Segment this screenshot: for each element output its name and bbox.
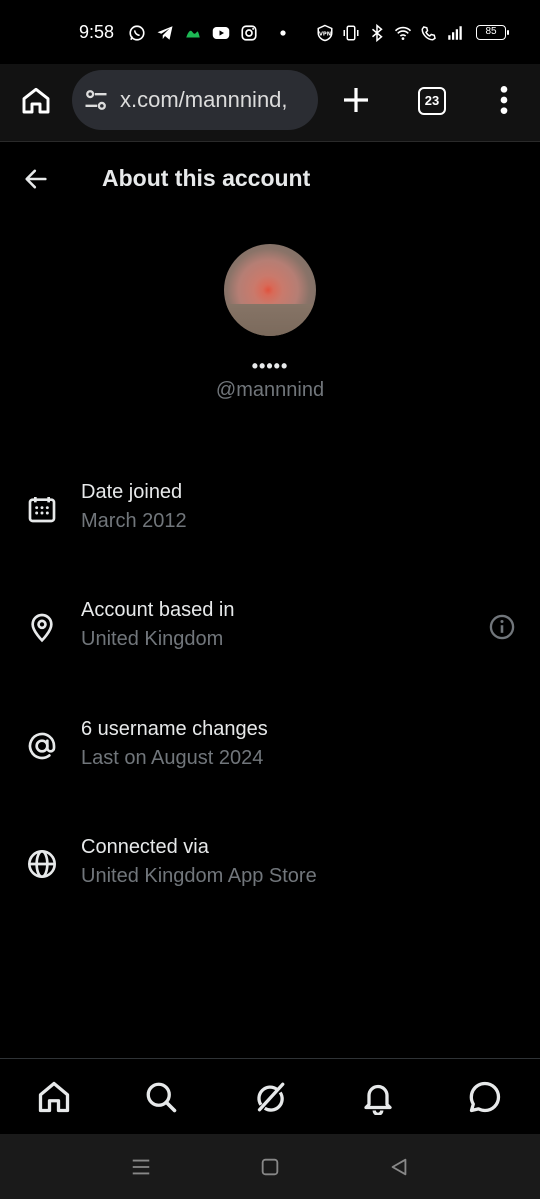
display-name: ••••• <box>251 356 289 376</box>
youtube-icon <box>212 27 230 39</box>
recents-icon[interactable] <box>130 1156 152 1178</box>
new-tab-icon[interactable] <box>340 84 372 116</box>
status-time: 9:58 <box>79 22 115 42</box>
wifi-icon <box>394 26 412 40</box>
status-bar: 9:58 VPN 85 <box>0 0 540 64</box>
detail-connected-via: Connected via United Kingdom App Store <box>0 836 540 916</box>
messages-icon[interactable] <box>467 1079 503 1115</box>
detail-value: United Kingdom <box>81 628 224 650</box>
vibrate-icon <box>343 25 359 41</box>
back-arrow-icon[interactable] <box>22 165 50 193</box>
search-icon[interactable] <box>143 1079 179 1115</box>
detail-value: United Kingdom App Store <box>81 865 317 887</box>
bottom-tab-bar <box>0 1058 540 1134</box>
dot-icon <box>280 30 286 36</box>
browser-toolbar: x.com/mannnind, 23 <box>0 64 540 142</box>
url-text[interactable]: x.com/mannnind, <box>120 87 288 113</box>
avatar[interactable] <box>224 244 316 336</box>
detail-title: Connected via <box>81 836 209 858</box>
telegram-icon <box>157 26 173 40</box>
system-icons: VPN <box>316 24 464 42</box>
detail-value: March 2012 <box>81 510 187 532</box>
calendar-icon <box>28 497 56 523</box>
whatsapp-icon <box>129 25 145 41</box>
detail-title: 6 username changes <box>81 718 268 740</box>
detail-username-changes: 6 username changes Last on August 2024 <box>0 718 540 798</box>
system-navigation-bar <box>0 1134 540 1199</box>
wifi-call-icon <box>421 26 436 41</box>
instagram-icon <box>241 25 257 41</box>
svg-text:VPN: VPN <box>319 31 331 37</box>
notification-icons <box>128 24 292 42</box>
site-settings-icon[interactable] <box>82 86 110 114</box>
tab-switcher-button[interactable]: 23 <box>418 87 446 115</box>
location-pin-icon <box>31 613 53 643</box>
at-sign-icon <box>28 732 56 760</box>
detail-title: Account based in <box>81 599 235 621</box>
system-home-icon[interactable] <box>259 1156 281 1178</box>
notifications-icon[interactable] <box>360 1079 396 1115</box>
grok-icon[interactable] <box>252 1079 288 1115</box>
detail-title: Date joined <box>81 481 183 503</box>
signal-icon <box>448 26 462 40</box>
system-back-icon[interactable] <box>388 1156 410 1178</box>
username-handle: @mannnind <box>215 379 325 401</box>
address-bar[interactable]: x.com/mannnind, <box>72 70 318 130</box>
bluetooth-icon <box>372 24 383 42</box>
browser-home-icon[interactable] <box>20 84 52 116</box>
page-title: About this account <box>102 165 311 191</box>
home-icon[interactable] <box>36 1079 72 1115</box>
detail-value: Last on August 2024 <box>81 747 264 769</box>
app-icon <box>186 30 200 38</box>
detail-date-joined: Date joined March 2012 <box>0 481 540 561</box>
globe-icon <box>28 850 56 878</box>
detail-account-location: Account based in United Kingdom <box>0 599 540 679</box>
overflow-menu-icon[interactable] <box>496 84 512 116</box>
battery-indicator: 85 <box>476 25 509 40</box>
info-icon[interactable] <box>488 613 516 641</box>
vpn-icon: VPN <box>317 24 333 42</box>
page-header: About this account <box>0 143 540 213</box>
